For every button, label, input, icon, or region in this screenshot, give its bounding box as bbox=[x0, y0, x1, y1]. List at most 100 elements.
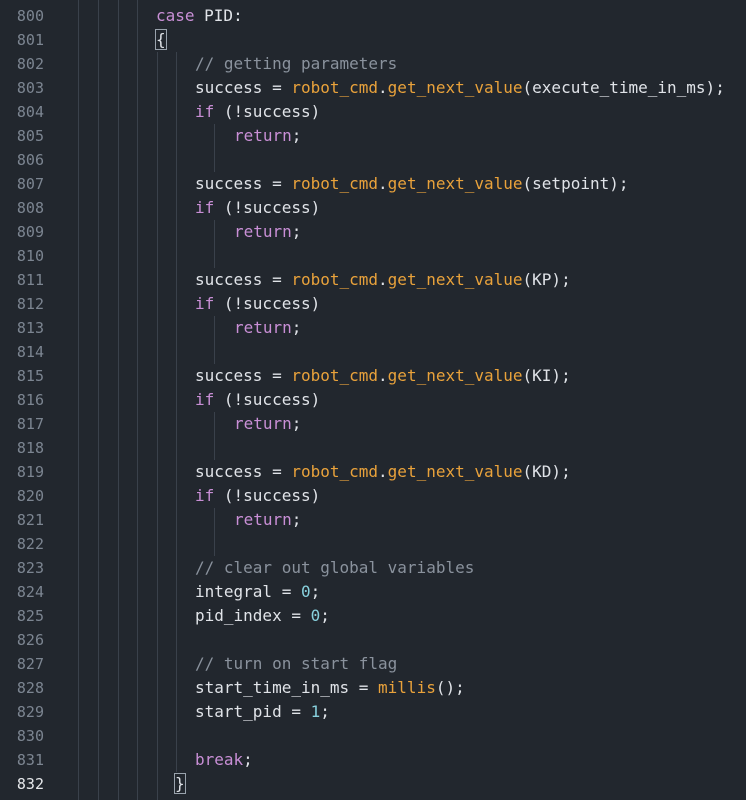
code-line[interactable]: start_time_in_ms = millis(); bbox=[195, 676, 465, 700]
code-line[interactable]: } bbox=[174, 772, 186, 796]
code-token: ; bbox=[291, 318, 302, 337]
code-line[interactable]: success = robot_cmd.get_next_value(KD); bbox=[195, 460, 571, 484]
code-token: (KD); bbox=[522, 462, 571, 481]
code-line[interactable]: return; bbox=[234, 124, 301, 148]
indent-guide bbox=[118, 0, 119, 800]
code-token: (KP); bbox=[522, 270, 571, 289]
code-token: ; bbox=[291, 510, 302, 529]
code-token: ; bbox=[291, 222, 302, 241]
code-line[interactable]: { bbox=[155, 28, 167, 52]
code-token: return bbox=[234, 126, 292, 145]
code-line[interactable]: return; bbox=[234, 508, 301, 532]
code-token: break bbox=[195, 750, 244, 769]
code-token: get_next_value bbox=[387, 78, 523, 97]
indent-guide bbox=[214, 124, 215, 172]
code-token: (execute_time_in_ms); bbox=[522, 78, 725, 97]
code-line[interactable]: if (!success) bbox=[195, 484, 320, 508]
code-line[interactable]: // turn on start flag bbox=[195, 652, 397, 676]
line-number: 830 bbox=[16, 727, 44, 745]
code-line[interactable]: success = robot_cmd.get_next_value(KI); bbox=[195, 364, 571, 388]
code-line[interactable]: success = robot_cmd.get_next_value(execu… bbox=[195, 76, 725, 100]
code-token: if bbox=[195, 390, 215, 409]
line-number: 800 bbox=[16, 7, 44, 25]
code-token: (); bbox=[435, 678, 465, 697]
code-token: (!success) bbox=[214, 486, 321, 505]
indent-guide bbox=[137, 0, 138, 800]
code-token: { bbox=[155, 29, 167, 50]
indent-guide bbox=[78, 0, 79, 800]
code-token: if bbox=[195, 294, 215, 313]
code-token: get_next_value bbox=[387, 462, 523, 481]
code-token: // getting parameters bbox=[195, 54, 398, 73]
code-line[interactable]: return; bbox=[234, 316, 301, 340]
code-line[interactable]: if (!success) bbox=[195, 292, 320, 316]
code-editor[interactable]: 800 801 802 803 804 805 806 807 808 809 810 811 812 8… bbox=[0, 0, 746, 800]
code-line[interactable]: integral = 0; bbox=[195, 580, 320, 604]
code-line[interactable]: return; bbox=[234, 220, 301, 244]
line-number: 815 bbox=[16, 367, 44, 385]
code-token: (!success) bbox=[214, 102, 321, 121]
line-number: 823 bbox=[16, 559, 44, 577]
line-number: 825 bbox=[16, 607, 44, 625]
line-number: 831 bbox=[16, 751, 44, 769]
line-number: 828 bbox=[16, 679, 44, 697]
code-token: ; bbox=[291, 126, 302, 145]
code-token: case bbox=[156, 6, 195, 25]
code-token: return bbox=[234, 318, 292, 337]
line-number: 811 bbox=[16, 271, 44, 289]
line-number: 816 bbox=[16, 391, 44, 409]
code-token: (!success) bbox=[214, 198, 321, 217]
code-token: . bbox=[378, 366, 388, 385]
indent-guide bbox=[214, 508, 215, 556]
line-number: 810 bbox=[16, 247, 44, 265]
code-token: . bbox=[378, 174, 388, 193]
code-token: 0 bbox=[310, 606, 321, 625]
line-number: 824 bbox=[16, 583, 44, 601]
line-number: 814 bbox=[16, 343, 44, 361]
code-line[interactable]: return; bbox=[234, 412, 301, 436]
code-line[interactable]: break; bbox=[195, 748, 253, 772]
code-token: PID: bbox=[194, 6, 243, 25]
indent-guide bbox=[214, 316, 215, 364]
code-token: ; bbox=[310, 582, 321, 601]
line-number: 804 bbox=[16, 103, 44, 121]
code-token: success = bbox=[195, 78, 292, 97]
line-number: 820 bbox=[16, 487, 44, 505]
indent-guide bbox=[176, 52, 177, 772]
code-line[interactable]: // getting parameters bbox=[195, 52, 397, 76]
code-token: ; bbox=[320, 702, 330, 721]
line-number: 801 bbox=[16, 31, 44, 49]
code-token: integral = bbox=[195, 582, 301, 601]
line-number: 806 bbox=[16, 151, 44, 169]
indent-guide bbox=[98, 0, 99, 800]
code-line[interactable]: if (!success) bbox=[195, 196, 320, 220]
code-token: . bbox=[378, 270, 388, 289]
code-token: ; bbox=[320, 606, 330, 625]
indent-guide bbox=[157, 52, 158, 800]
code-line[interactable]: if (!success) bbox=[195, 388, 320, 412]
code-token: millis bbox=[378, 678, 436, 697]
line-number: 802 bbox=[16, 55, 44, 73]
code-line[interactable]: pid_index = 0; bbox=[195, 604, 330, 628]
line-number: 818 bbox=[16, 439, 44, 457]
line-number: 803 bbox=[16, 79, 44, 97]
line-number: 822 bbox=[16, 535, 44, 553]
code-token: robot_cmd bbox=[291, 462, 379, 481]
code-line[interactable]: success = robot_cmd.get_next_value(KP); bbox=[195, 268, 571, 292]
line-number: 817 bbox=[16, 415, 44, 433]
code-line[interactable]: case PID: bbox=[156, 4, 243, 28]
line-number: 805 bbox=[16, 127, 44, 145]
code-token: get_next_value bbox=[387, 174, 523, 193]
code-line[interactable]: start_pid = 1; bbox=[195, 700, 330, 724]
line-number: 812 bbox=[16, 295, 44, 313]
code-token: get_next_value bbox=[387, 270, 523, 289]
code-line[interactable]: success = robot_cmd.get_next_value(setpo… bbox=[195, 172, 629, 196]
code-token: get_next_value bbox=[387, 366, 523, 385]
code-token: // clear out global variables bbox=[195, 558, 475, 577]
code-token: pid_index = bbox=[195, 606, 311, 625]
code-line[interactable]: if (!success) bbox=[195, 100, 320, 124]
code-token: success = bbox=[195, 462, 292, 481]
line-number: 821 bbox=[16, 511, 44, 529]
code-line[interactable]: // clear out global variables bbox=[195, 556, 474, 580]
code-token: if bbox=[195, 102, 215, 121]
